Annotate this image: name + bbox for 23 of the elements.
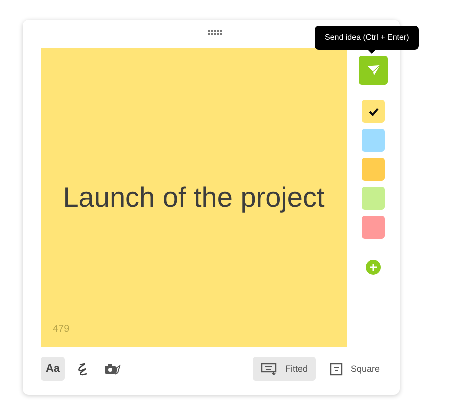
check-icon xyxy=(368,108,378,116)
text-tool[interactable]: Aa xyxy=(41,357,65,381)
color-swatch[interactable] xyxy=(362,187,385,210)
send-button[interactable] xyxy=(359,56,388,85)
sticky-note[interactable]: Launch of the project 479 xyxy=(41,48,347,347)
fitted-icon xyxy=(261,363,278,375)
color-swatch[interactable] xyxy=(362,100,385,123)
shape-option[interactable]: Square xyxy=(322,357,388,381)
color-swatch[interactable] xyxy=(362,158,385,181)
color-swatch[interactable] xyxy=(362,216,385,239)
character-counter: 479 xyxy=(53,324,70,335)
scribble-icon xyxy=(77,362,89,376)
tooltip-arrow-icon xyxy=(367,49,377,54)
note-text: Launch of the project xyxy=(63,182,325,214)
color-swatch[interactable] xyxy=(362,129,385,152)
square-icon xyxy=(330,362,343,376)
add-color-button[interactable] xyxy=(366,260,381,275)
tooltip: Send idea (Ctrl + Enter) xyxy=(315,26,420,50)
send-icon xyxy=(366,64,380,76)
drag-handle-icon[interactable] xyxy=(208,30,222,36)
shape-option[interactable]: Fitted xyxy=(253,357,316,381)
plus-icon xyxy=(370,264,377,271)
camera-icon xyxy=(104,363,122,375)
